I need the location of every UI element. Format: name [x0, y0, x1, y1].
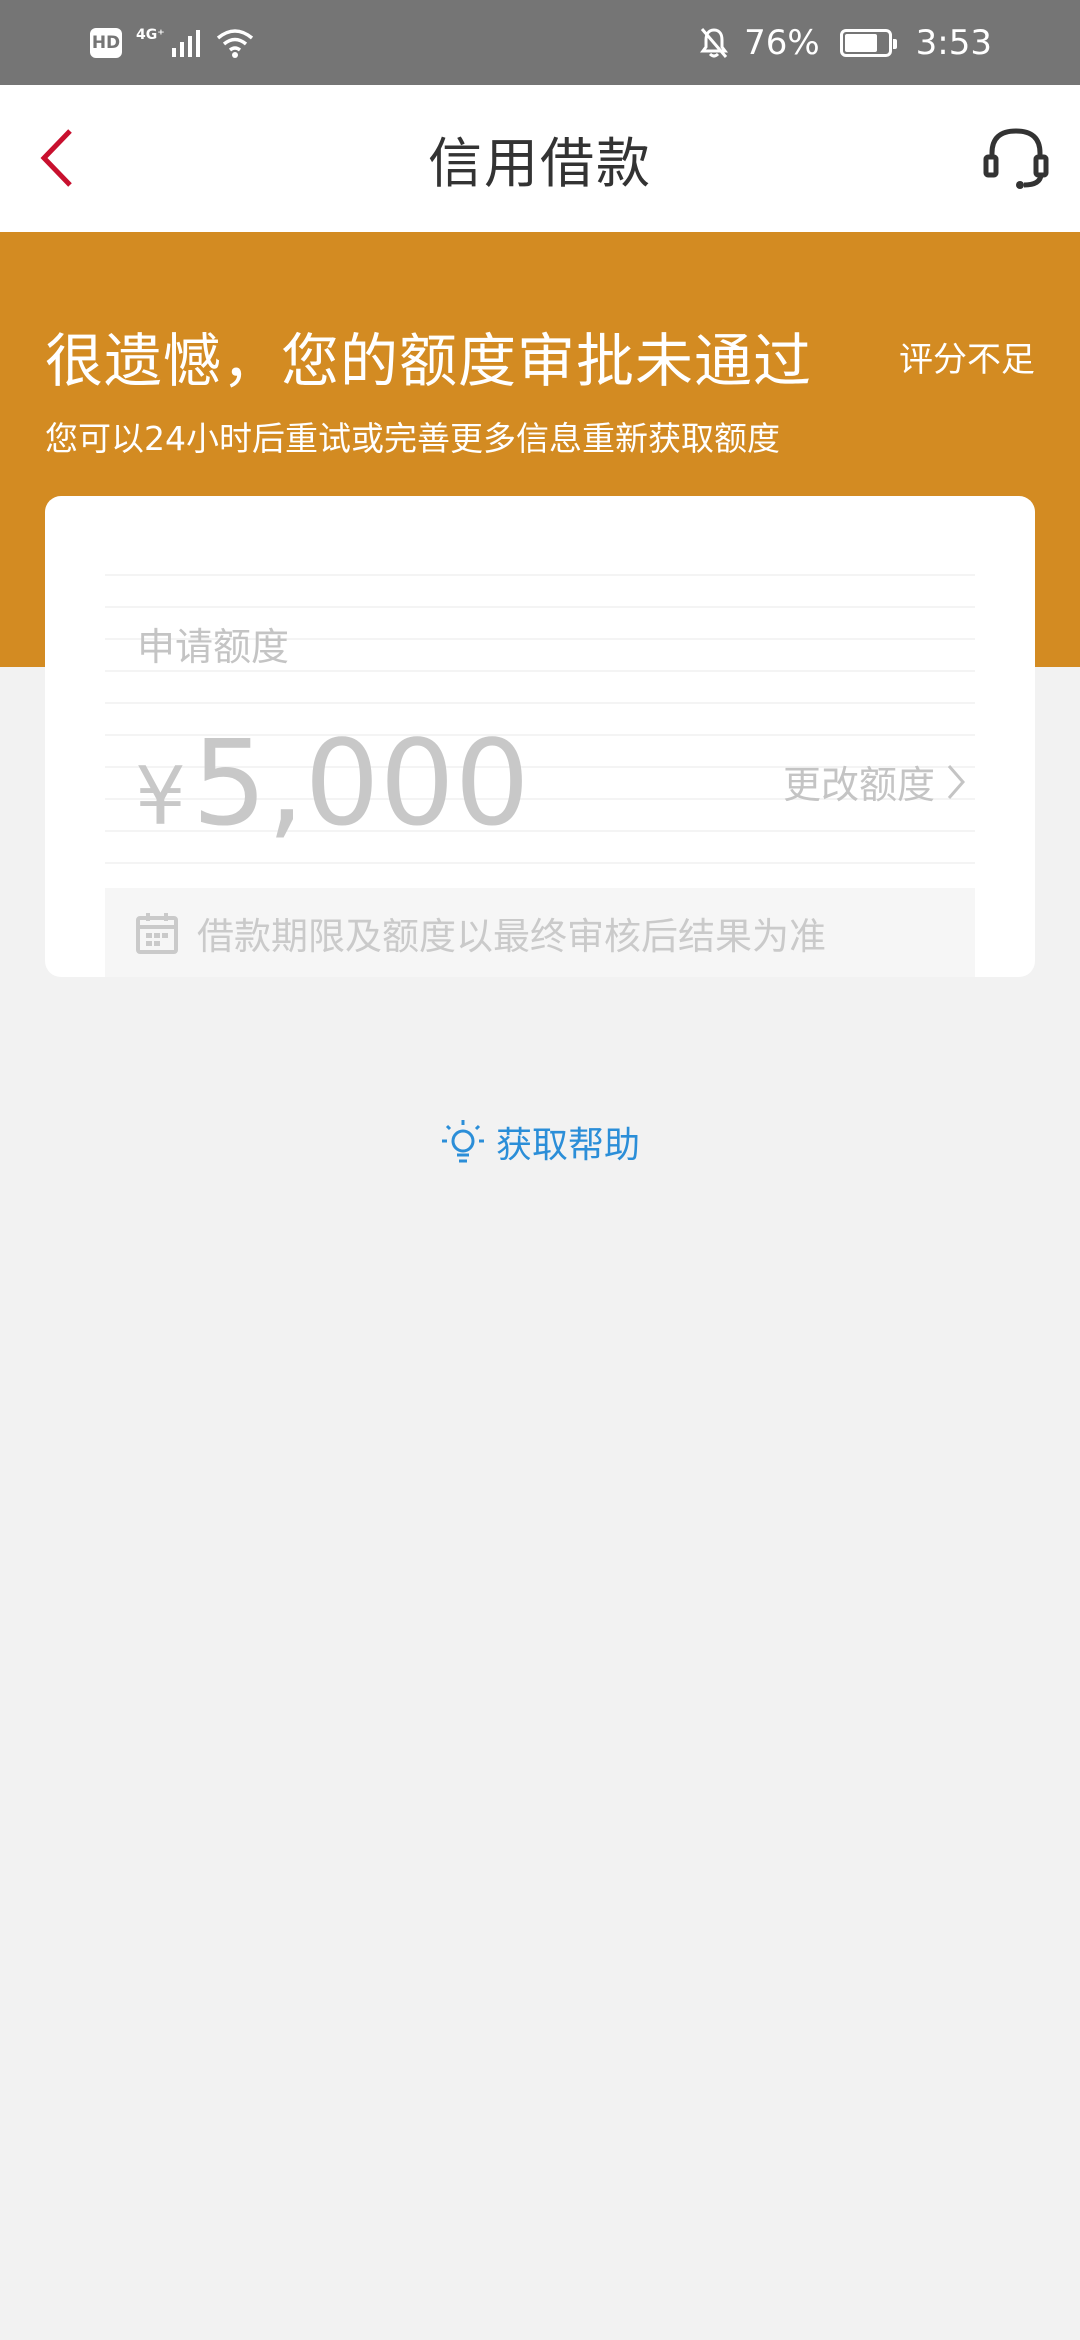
- customer-service-button[interactable]: [980, 121, 1052, 193]
- get-help-label: 获取帮助: [495, 1125, 640, 1166]
- page: HD 4G⁺ 76% 3:53 信用借款 很遗憾，您的额度审批未通过 评分不足 …: [0, 0, 1080, 2340]
- status-bar: HD 4G⁺ 76% 3:53: [0, 0, 1080, 85]
- headset-icon: [983, 128, 1049, 189]
- signal-icon: [171, 29, 200, 57]
- rejection-reason: 评分不足: [899, 340, 1035, 380]
- loan-term-notice: 借款期限及额度以最终审核后结果为准: [105, 888, 975, 977]
- change-amount-label: 更改额度: [782, 763, 935, 807]
- nav-header: 信用借款: [0, 85, 1080, 232]
- chevron-left-icon: [40, 129, 72, 187]
- battery-percent: 76%: [744, 22, 820, 63]
- currency-symbol: ¥: [135, 750, 186, 843]
- change-amount-button[interactable]: 更改额度: [783, 754, 967, 809]
- page-title: 信用借款: [428, 132, 652, 195]
- status-left: HD 4G⁺: [90, 27, 255, 59]
- battery-level: [844, 33, 877, 52]
- hd-icon: HD: [90, 27, 122, 58]
- amount-number: 5,000: [191, 714, 530, 852]
- battery-icon: [839, 28, 897, 57]
- status-right: 76% 3:53: [698, 23, 992, 63]
- wifi-icon: [216, 28, 253, 58]
- amount-value: ¥ 5,000: [135, 714, 530, 852]
- clock: 3:53: [915, 22, 992, 63]
- calendar-icon: [136, 912, 178, 954]
- notice-text: 借款期限及额度以最终审核后结果为准: [197, 914, 826, 958]
- credit-card-panel: 申请额度 ¥ 5,000 更改额度 借款期限及额度以最终审核后结果为准: [45, 496, 1035, 977]
- get-help-link[interactable]: 获取帮助: [0, 1112, 1080, 1172]
- lightbulb-icon: [441, 1120, 484, 1163]
- banner-title: 很遗憾，您的额度审批未通过: [45, 327, 813, 395]
- chevron-right-icon: [947, 764, 965, 799]
- back-button[interactable]: [34, 123, 84, 193]
- amount-label: 申请额度: [137, 625, 290, 669]
- bell-muted-icon: [700, 27, 729, 58]
- banner-subtitle: 您可以24小时后重试或完善更多信息重新获取额度: [45, 419, 780, 458]
- network-type: 4G⁺: [136, 26, 165, 43]
